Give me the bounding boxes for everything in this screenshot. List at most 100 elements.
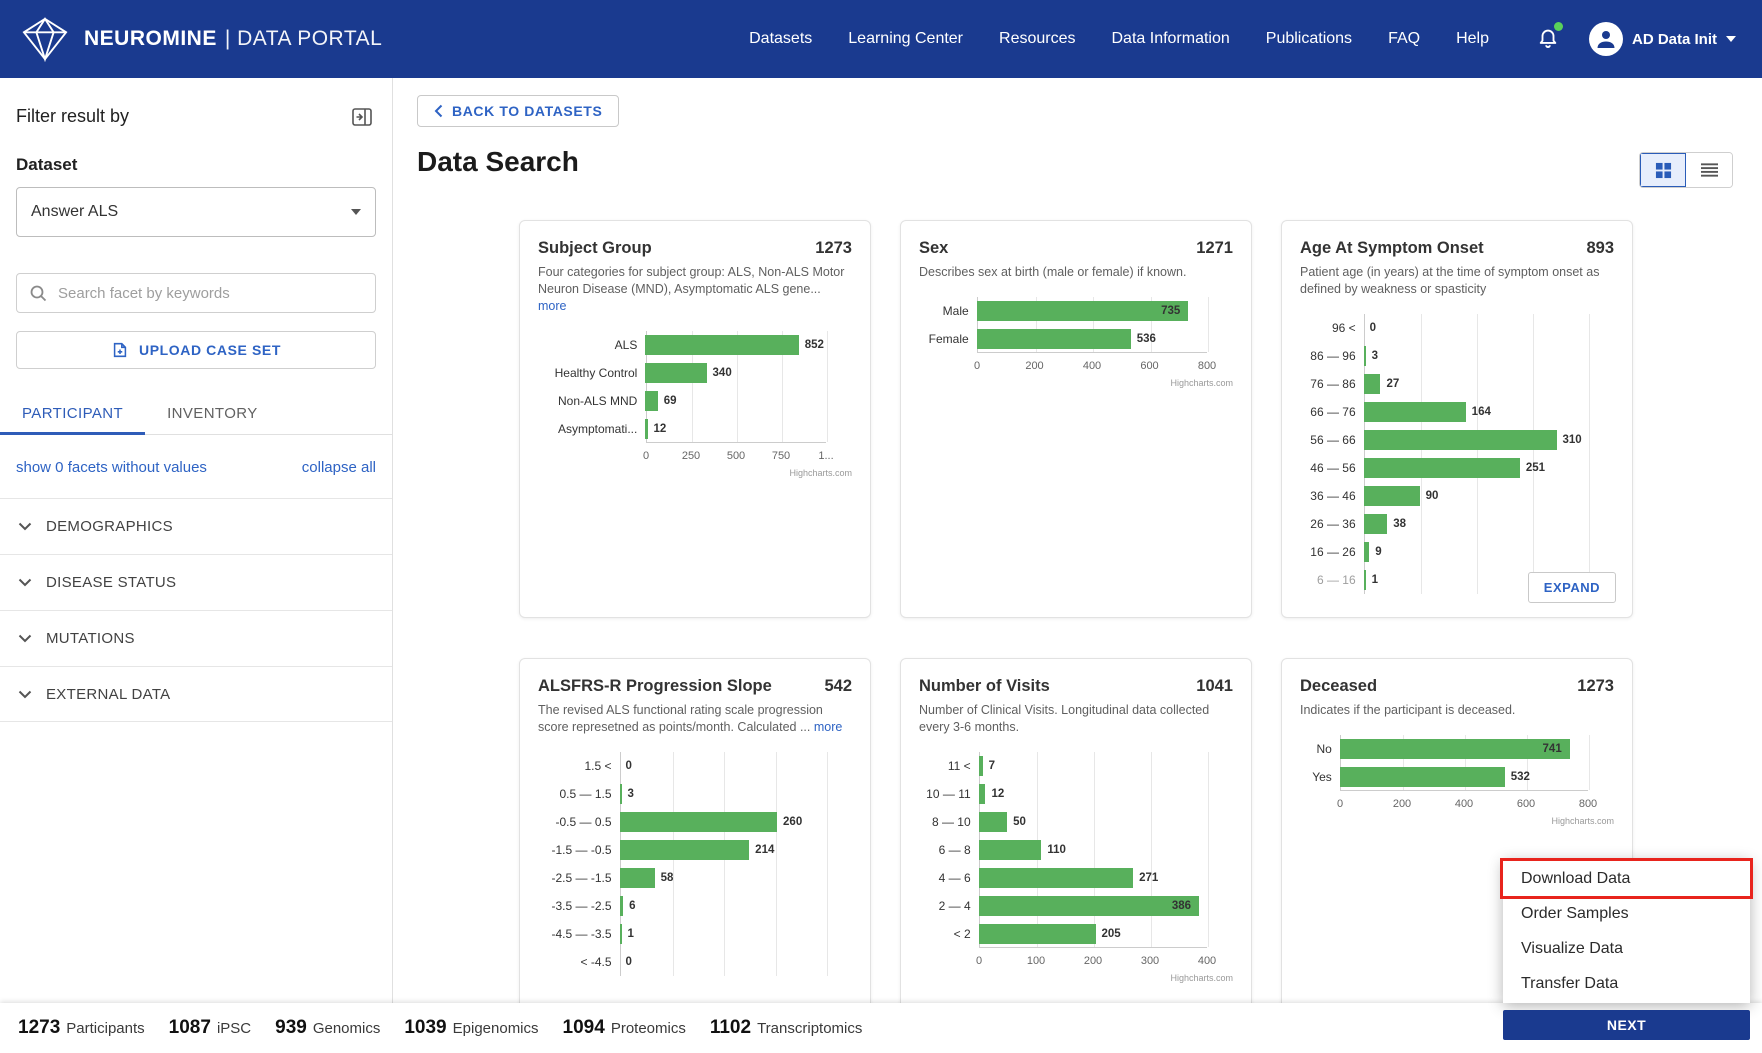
more-link[interactable]: more [814,720,842,734]
category-label: 6 — 16 [1300,573,1364,587]
chart-row: Non-ALS MND69 [538,387,852,415]
chart-sex: Male735Female5360200400600800Highcharts.… [919,297,1233,388]
user-menu[interactable]: AD Data Init [1589,22,1736,56]
facet-section-label: DEMOGRAPHICS [46,518,173,535]
grid-view-icon [1655,162,1672,179]
chart-row: Female536 [919,325,1233,353]
bar-track: 386 [979,892,1233,920]
bar-track: 852 [645,331,852,359]
chevron-down-icon [1726,36,1736,42]
menu-item-visualize-data[interactable]: Visualize Data [1503,931,1750,966]
axis-tick-label: 400 [1455,798,1473,810]
nav-item-datasets[interactable]: Datasets [749,30,812,48]
chart-row: 2 — 4386 [919,892,1233,920]
footer-stat-ipsc: 1087iPSC [169,1017,251,1039]
menu-item-download-data[interactable]: Download Data [1503,861,1750,896]
facet-section-mutations[interactable]: MUTATIONS [0,610,392,666]
category-label: ALS [538,338,645,352]
back-to-datasets-button[interactable]: BACK TO DATASETS [417,95,619,127]
stat-value: 1273 [18,1017,60,1039]
brand[interactable]: NEUROMINE| DATA PORTAL [20,16,382,62]
facet-section-label: DISEASE STATUS [46,574,176,591]
chart-row: Male735 [919,297,1233,325]
card-description: Number of Clinical Visits. Longitudinal … [919,702,1233,736]
highcharts-credit[interactable]: Highcharts.com [919,378,1233,388]
chart-row: 86 — 963 [1300,342,1614,370]
tab-participant[interactable]: PARTICIPANT [0,393,145,435]
bar [979,756,983,776]
chart-row: 10 — 1112 [919,780,1233,808]
category-label: No [1300,742,1340,756]
bar-value-label: 9 [1375,546,1381,558]
bar [979,896,1199,916]
more-link[interactable]: more [538,299,566,313]
bar [1364,542,1370,562]
chart-row: 0.5 — 1.53 [538,780,852,808]
bar-track: 214 [620,836,852,864]
bar-track: 3 [620,780,852,808]
notification-dot [1554,22,1563,31]
grid-view-button[interactable] [1640,153,1686,187]
expand-button[interactable]: EXPAND [1528,572,1616,603]
card-description: Indicates if the participant is deceased… [1300,702,1614,719]
bar-value-label: 251 [1526,462,1545,474]
stat-label: Proteomics [611,1020,686,1037]
bar-value-label: 271 [1139,872,1158,884]
chart-row: No741 [1300,735,1614,763]
chart-row: -1.5 — -0.5214 [538,836,852,864]
list-view-button[interactable] [1686,153,1732,187]
notifications-button[interactable] [1537,25,1559,54]
category-label: 1.5 < [538,759,620,773]
bar [979,812,1008,832]
nav-item-learning-center[interactable]: Learning Center [848,30,963,48]
bar-track: 164 [1364,398,1614,426]
highcharts-credit[interactable]: Highcharts.com [538,468,852,478]
nav-item-publications[interactable]: Publications [1266,30,1352,48]
card-count: 1273 [1577,677,1614,696]
bar [620,896,624,916]
axis-tick-label: 1... [818,450,833,462]
collapse-all-link[interactable]: collapse all [302,459,376,476]
brand-logo-icon [20,16,70,62]
category-label: < -4.5 [538,955,620,969]
category-label: 16 — 26 [1300,545,1364,559]
user-name: AD Data Init [1632,31,1717,48]
category-label: -0.5 — 0.5 [538,815,620,829]
facet-search [16,273,376,313]
chart-row: 16 — 26 9 [1300,538,1614,566]
nav-item-data-information[interactable]: Data Information [1112,30,1230,48]
next-button[interactable]: NEXT [1503,1010,1750,1040]
dataset-select[interactable]: Answer ALS [16,187,376,237]
category-label: 86 — 96 [1300,349,1364,363]
x-axis: 0200400600800 [1340,791,1588,815]
bar [620,812,778,832]
facet-section-disease-status[interactable]: DISEASE STATUS [0,554,392,610]
facet-search-input[interactable] [56,284,363,303]
menu-item-order-samples[interactable]: Order Samples [1503,896,1750,931]
chart-subject-group: ALS852Healthy Control340Non-ALS MND69Asy… [538,331,852,478]
highcharts-credit[interactable]: Highcharts.com [919,973,1233,983]
upload-case-set-icon [111,341,129,359]
nav-item-faq[interactable]: FAQ [1388,30,1420,48]
chart-row: 8 — 1050 [919,808,1233,836]
upload-case-set-button[interactable]: UPLOAD CASE SET [16,331,376,369]
facet-section-external-data[interactable]: EXTERNAL DATA [0,666,392,722]
menu-item-transfer-data[interactable]: Transfer Data [1503,966,1750,1001]
bar-track: 251 [1364,454,1614,482]
card-description: Patient age (in years) at the time of sy… [1300,264,1614,298]
dataset-label: Dataset [16,155,376,175]
stat-value: 1094 [563,1017,605,1039]
show-facets-link[interactable]: show 0 facets without values [16,459,207,476]
bar [1364,514,1388,534]
nav-item-help[interactable]: Help [1456,30,1489,48]
chart-row: < -4.50 [538,948,852,976]
bar [979,924,1096,944]
chart-row: 6 — 8110 [919,836,1233,864]
highcharts-credit[interactable]: Highcharts.com [1300,816,1614,826]
bar-value-label: 0 [626,760,632,772]
sidebar-tabs: PARTICIPANTINVENTORY [0,393,392,435]
facet-section-demographics[interactable]: DEMOGRAPHICS [0,498,392,554]
collapse-panel-icon[interactable] [352,108,372,126]
tab-inventory[interactable]: INVENTORY [145,393,280,435]
nav-item-resources[interactable]: Resources [999,30,1075,48]
